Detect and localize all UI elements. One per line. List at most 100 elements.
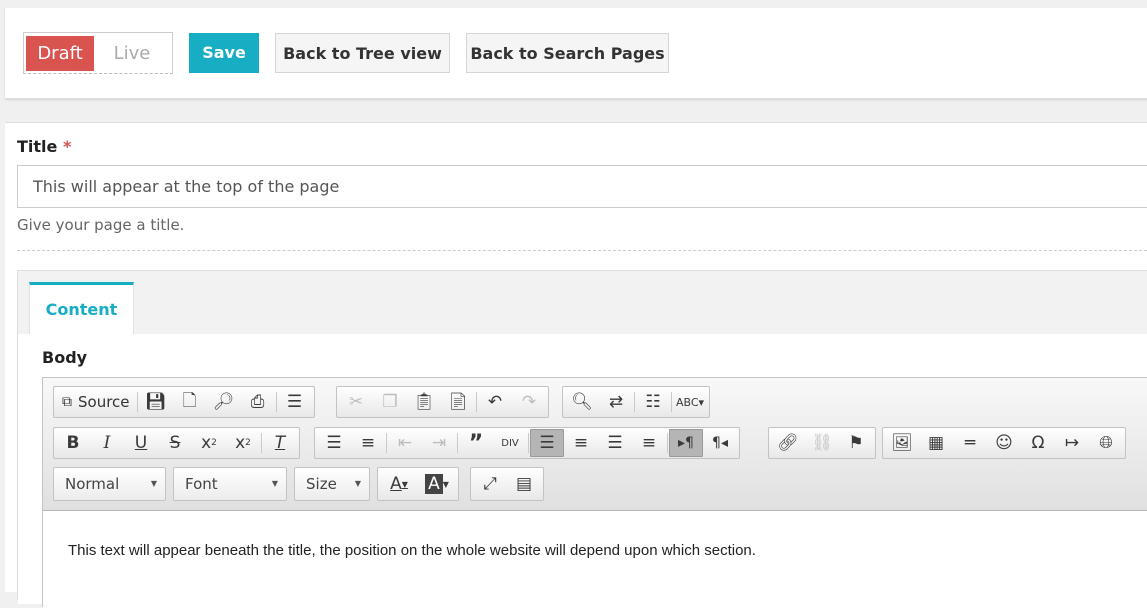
link-icon[interactable]: 🔗︎: [771, 429, 805, 457]
anchor-flag-icon[interactable]: ⚑: [839, 429, 873, 457]
print-icon[interactable]: ⎙: [241, 388, 275, 416]
numbered-list-icon[interactable]: ☰: [317, 429, 351, 457]
chevron-down-icon: ▼: [271, 479, 278, 488]
source-button[interactable]: ⧉ Source: [56, 388, 136, 416]
text-direction-rtl-icon[interactable]: ¶◂: [703, 429, 737, 457]
toolbar-separator: [457, 433, 458, 453]
live-option[interactable]: Live: [94, 36, 170, 71]
bold-icon[interactable]: B: [56, 429, 90, 457]
iframe-globe-icon[interactable]: 🌐︎: [1089, 429, 1123, 457]
toolbar-separator: [667, 433, 668, 453]
justify-icon[interactable]: ≡: [632, 429, 666, 457]
table-icon[interactable]: ▦: [919, 429, 953, 457]
font-dropdown-value: Font: [185, 475, 218, 493]
source-icon: ⧉: [62, 394, 72, 410]
title-label-text: Title: [17, 137, 58, 156]
underline-icon[interactable]: U: [124, 429, 158, 457]
outdent-icon[interactable]: ⇤: [388, 429, 422, 457]
save-button[interactable]: Save: [189, 33, 259, 73]
strikethrough-icon[interactable]: S: [158, 429, 192, 457]
tab-panel: Content Body ⧉ Source 💾︎ 🗋︎ 🔎︎ ⎙ ☰ ✂ ❐ 📋…: [17, 270, 1147, 608]
align-center-icon[interactable]: ≡: [564, 429, 598, 457]
toolbar-separator: [528, 433, 529, 453]
divider: [17, 250, 1147, 251]
size-dropdown-value: Size: [306, 475, 337, 493]
remove-format-icon[interactable]: T: [263, 429, 297, 457]
horizontal-line-icon[interactable]: ═: [953, 429, 987, 457]
undo-icon[interactable]: ↶: [478, 388, 512, 416]
toolbar-separator: [261, 433, 262, 453]
title-help-text: Give your page a title.: [17, 216, 185, 234]
blockquote-icon[interactable]: ”: [459, 429, 493, 457]
paste-icon[interactable]: 📋︎: [407, 388, 441, 416]
back-to-tree-view-button[interactable]: Back to Tree view: [275, 33, 450, 73]
chevron-down-icon: ▼: [354, 479, 361, 488]
page-break-icon[interactable]: ↦: [1055, 429, 1089, 457]
italic-icon[interactable]: I: [90, 429, 124, 457]
copy-icon[interactable]: ❐: [373, 388, 407, 416]
toolbar-separator: [671, 392, 672, 412]
save-icon[interactable]: 💾︎: [139, 388, 173, 416]
format-dropdown-value: Normal: [65, 475, 120, 493]
new-page-icon[interactable]: 🗋︎: [173, 388, 207, 416]
image-icon[interactable]: 🖼︎: [885, 429, 919, 457]
text-direction-ltr-icon[interactable]: ▸¶: [669, 429, 703, 457]
toolbar-separator: [476, 392, 477, 412]
bulleted-list-icon[interactable]: ≡: [351, 429, 385, 457]
indent-icon[interactable]: ⇥: [422, 429, 456, 457]
toolbar-separator: [634, 392, 635, 412]
find-group: 🔍︎ ⇄ ☷ ABC▾: [562, 386, 710, 418]
toolbar-separator: [136, 392, 138, 412]
paragraph-group: ☰ ≡ ⇤ ⇥ ” DIV ☰ ≡ ☰ ≡ ▸¶ ¶◂: [314, 427, 740, 459]
replace-icon[interactable]: ⇄: [599, 388, 633, 416]
insert-group: 🖼︎ ▦ ═ ☺ Ω ↦ 🌐︎: [882, 427, 1126, 459]
cut-icon[interactable]: ✂: [339, 388, 373, 416]
editor-body-text: This text will appear beneath the title,…: [68, 542, 756, 559]
editor-content[interactable]: This text will appear beneath the title,…: [43, 512, 1147, 608]
find-icon[interactable]: 🔍︎: [565, 388, 599, 416]
rich-text-editor: ⧉ Source 💾︎ 🗋︎ 🔎︎ ⎙ ☰ ✂ ❐ 📋︎ 📄︎ ↶ ↷ 🔍︎ ⇄…: [42, 377, 1147, 608]
toolbar-separator: [275, 392, 277, 412]
links-group: 🔗︎ ⛓︎ ⚑: [768, 427, 876, 459]
preview-icon[interactable]: 🔎︎: [207, 388, 241, 416]
font-dropdown[interactable]: Font ▼: [173, 467, 287, 501]
document-group: ⧉ Source 💾︎ 🗋︎ 🔎︎ ⎙ ☰: [53, 386, 315, 418]
size-dropdown[interactable]: Size ▼: [294, 467, 370, 501]
page-form: Title * Give your page a title. Content …: [5, 122, 1147, 608]
title-label: Title *: [17, 137, 71, 156]
redo-icon[interactable]: ↷: [512, 388, 546, 416]
text-color-icon[interactable]: A ▼: [380, 470, 418, 498]
smiley-icon[interactable]: ☺: [987, 429, 1021, 457]
maximize-icon[interactable]: ⤢: [473, 470, 507, 498]
basic-styles-group: B I U S x2 x2 T: [53, 427, 300, 459]
unlink-icon[interactable]: ⛓︎: [805, 429, 839, 457]
create-div-icon[interactable]: DIV: [493, 429, 527, 457]
superscript-icon[interactable]: x2: [226, 429, 260, 457]
action-bar: Draft Live Save Back to Tree view Back t…: [5, 8, 1147, 99]
draft-live-toggle[interactable]: Draft Live: [23, 32, 173, 74]
templates-icon[interactable]: ☰: [278, 388, 312, 416]
spellcheck-icon[interactable]: ABC▾: [673, 388, 707, 416]
required-marker: *: [62, 137, 72, 156]
subscript-icon[interactable]: x2: [192, 429, 226, 457]
align-left-icon[interactable]: ☰: [530, 429, 564, 457]
tab-content[interactable]: Content: [29, 282, 134, 334]
draft-option[interactable]: Draft: [26, 36, 94, 71]
tools-group: ⤢ ▤: [470, 467, 544, 501]
body-label: Body: [42, 348, 88, 367]
special-char-icon[interactable]: Ω: [1021, 429, 1055, 457]
toolbar-separator: [386, 433, 387, 453]
clipboard-group: ✂ ❐ 📋︎ 📄︎ ↶ ↷: [336, 386, 549, 418]
source-label: Source: [78, 393, 130, 411]
tab-content-body: Body ⧉ Source 💾︎ 🗋︎ 🔎︎ ⎙ ☰ ✂ ❐ 📋︎ 📄︎ ↶ ↷…: [18, 334, 1147, 608]
editor-toolbar: ⧉ Source 💾︎ 🗋︎ 🔎︎ ⎙ ☰ ✂ ❐ 📋︎ 📄︎ ↶ ↷ 🔍︎ ⇄…: [43, 378, 1147, 511]
show-blocks-icon[interactable]: ▤: [507, 470, 541, 498]
back-to-search-pages-button[interactable]: Back to Search Pages: [466, 33, 669, 73]
format-dropdown[interactable]: Normal ▼: [53, 467, 166, 501]
align-right-icon[interactable]: ☰: [598, 429, 632, 457]
paste-text-icon[interactable]: 📄︎: [441, 388, 475, 416]
background-color-icon[interactable]: A ▼: [418, 470, 456, 498]
colors-group: A ▼ A ▼: [377, 467, 459, 501]
select-all-icon[interactable]: ☷: [636, 388, 670, 416]
title-input[interactable]: [17, 165, 1147, 208]
